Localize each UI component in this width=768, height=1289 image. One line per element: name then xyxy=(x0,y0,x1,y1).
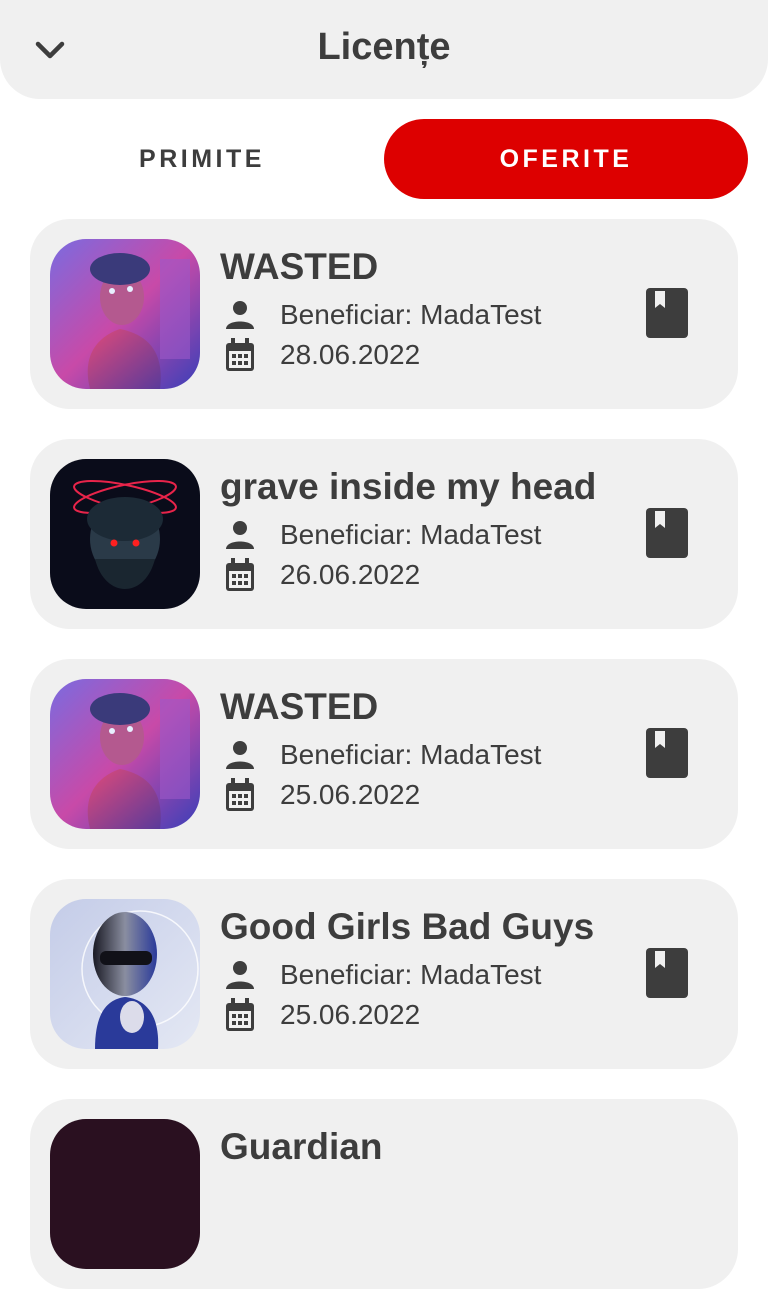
person-icon xyxy=(220,737,260,773)
beneficiary-text: Beneficiar: MadaTest xyxy=(280,739,542,770)
license-title: grave inside my head xyxy=(220,466,597,507)
license-title: WASTED xyxy=(220,246,379,287)
tab-bar: PRIMITE OFERITE xyxy=(20,119,748,199)
artwork-thumbnail xyxy=(50,239,200,389)
calendar-icon xyxy=(220,997,260,1033)
beneficiary-row: Beneficiar: MadaTest xyxy=(220,297,541,333)
tab-oferite[interactable]: OFERITE xyxy=(384,119,748,199)
date-row: 25.06.2022 xyxy=(220,777,420,813)
license-document-button[interactable] xyxy=(642,945,692,1001)
book-icon xyxy=(646,508,688,558)
license-document-button[interactable] xyxy=(642,285,692,341)
artwork-thumbnail xyxy=(50,899,200,1049)
page-title: Licențe xyxy=(317,26,451,68)
date-text: 25.06.2022 xyxy=(280,779,421,810)
book-icon xyxy=(646,288,688,338)
date-text: 26.06.2022 xyxy=(280,559,421,590)
calendar-icon xyxy=(220,777,260,813)
person-icon xyxy=(220,517,260,553)
license-card[interactable]: grave inside my head Beneficiar: MadaTes… xyxy=(30,439,738,629)
license-document-button[interactable] xyxy=(642,725,692,781)
beneficiary-text: Beneficiar: MadaTest xyxy=(280,299,542,330)
person-icon xyxy=(220,297,260,333)
date-text: 25.06.2022 xyxy=(280,999,421,1030)
date-row: 25.06.2022 xyxy=(220,997,420,1033)
beneficiary-text: Beneficiar: MadaTest xyxy=(280,519,542,550)
tab-primite[interactable]: PRIMITE xyxy=(20,119,384,199)
license-card[interactable]: WASTED Beneficiar: MadaTest 25.06.2022 xyxy=(30,659,738,849)
license-title: WASTED xyxy=(220,686,379,727)
beneficiary-row: Beneficiar: MadaTest xyxy=(220,957,541,993)
book-icon xyxy=(646,728,688,778)
license-card[interactable]: Guardian xyxy=(30,1099,738,1289)
date-text: 28.06.2022 xyxy=(280,339,421,370)
beneficiary-row: Beneficiar: MadaTest xyxy=(220,517,541,553)
beneficiary-text: Beneficiar: MadaTest xyxy=(280,959,542,990)
calendar-icon xyxy=(220,337,260,373)
beneficiary-row: Beneficiar: MadaTest xyxy=(220,737,541,773)
top-bar: Licențe xyxy=(0,0,768,99)
calendar-icon xyxy=(220,557,260,593)
license-title: Guardian xyxy=(220,1126,383,1167)
license-card[interactable]: WASTED Beneficiar: MadaTest 28.06.2022 xyxy=(30,219,738,409)
license-title: Good Girls Bad Guys xyxy=(220,906,595,947)
date-row: 28.06.2022 xyxy=(220,337,420,373)
person-icon xyxy=(220,957,260,993)
artwork-thumbnail xyxy=(50,459,200,609)
book-icon xyxy=(646,948,688,998)
artwork-thumbnail xyxy=(50,1119,200,1269)
license-document-button[interactable] xyxy=(642,505,692,561)
artwork-thumbnail xyxy=(50,679,200,829)
date-row: 26.06.2022 xyxy=(220,557,420,593)
license-card[interactable]: Good Girls Bad Guys Beneficiar: MadaTest… xyxy=(30,879,738,1069)
